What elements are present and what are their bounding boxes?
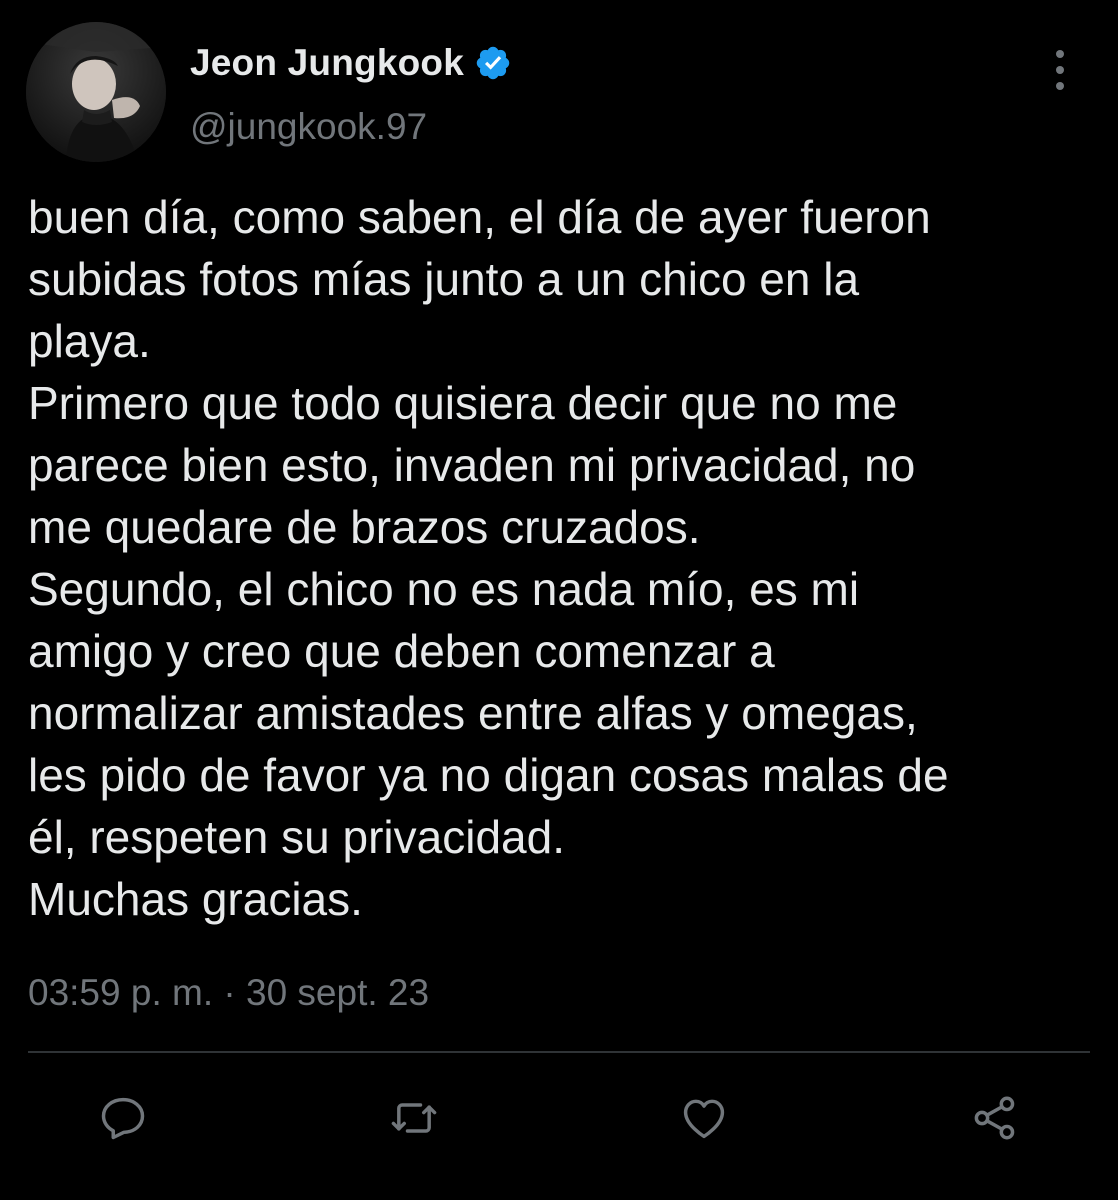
tweet-line: les pido de favor ya no digan cosas mala… bbox=[28, 749, 949, 801]
tweet-line: él, respeten su privacidad. bbox=[28, 811, 565, 863]
tweet-time: 03:59 p. m. bbox=[28, 972, 214, 1013]
tweet-line: Muchas gracias. bbox=[28, 873, 363, 925]
tweet-text: buen día, como saben, el día de ayer fue… bbox=[28, 186, 1108, 930]
verified-badge-icon bbox=[476, 46, 510, 80]
tweet-line: Primero que todo quisiera decir que no m… bbox=[28, 377, 898, 429]
tweet-line: amigo y creo que deben comenzar a bbox=[28, 625, 775, 677]
tweet-line: buen día, como saben, el día de ayer fue… bbox=[28, 191, 931, 243]
like-button[interactable] bbox=[672, 1086, 736, 1150]
tweet-line: parece bien esto, invaden mi privacidad,… bbox=[28, 439, 916, 491]
tweet-line: Segundo, el chico no es nada mío, es mi bbox=[28, 563, 860, 615]
avatar-photo bbox=[26, 22, 166, 162]
share-icon bbox=[974, 1096, 1015, 1140]
meta-separator: · bbox=[223, 972, 236, 1013]
author-name-row[interactable]: Jeon Jungkook bbox=[190, 40, 512, 86]
tweet-line: playa. bbox=[28, 315, 151, 367]
tweet-line: subidas fotos mías junto a un chico en l… bbox=[28, 253, 860, 305]
tweet-timestamp[interactable]: 03:59 p. m. · 30 sept. 23 bbox=[28, 972, 429, 1014]
tweet-line: normalizar amistades entre alfas y omega… bbox=[28, 687, 918, 739]
action-bar bbox=[0, 1086, 1118, 1150]
heart-icon bbox=[683, 1099, 725, 1139]
tweet-detail: Jeon Jungkook @jungkook.97 buen día, com… bbox=[0, 0, 1118, 1200]
tweet-date: 30 sept. 23 bbox=[246, 972, 430, 1013]
author-handle[interactable]: @jungkook.97 bbox=[190, 106, 427, 148]
reply-icon bbox=[101, 1097, 145, 1140]
retweet-button[interactable] bbox=[382, 1086, 446, 1150]
display-name[interactable]: Jeon Jungkook bbox=[190, 42, 464, 84]
reply-button[interactable] bbox=[91, 1086, 155, 1150]
tweet-line: me quedare de brazos cruzados. bbox=[28, 501, 701, 553]
retweet-icon bbox=[391, 1103, 437, 1133]
share-button[interactable] bbox=[963, 1086, 1027, 1150]
more-options-icon[interactable] bbox=[1046, 50, 1074, 90]
divider bbox=[28, 1051, 1090, 1053]
avatar[interactable] bbox=[26, 22, 166, 162]
